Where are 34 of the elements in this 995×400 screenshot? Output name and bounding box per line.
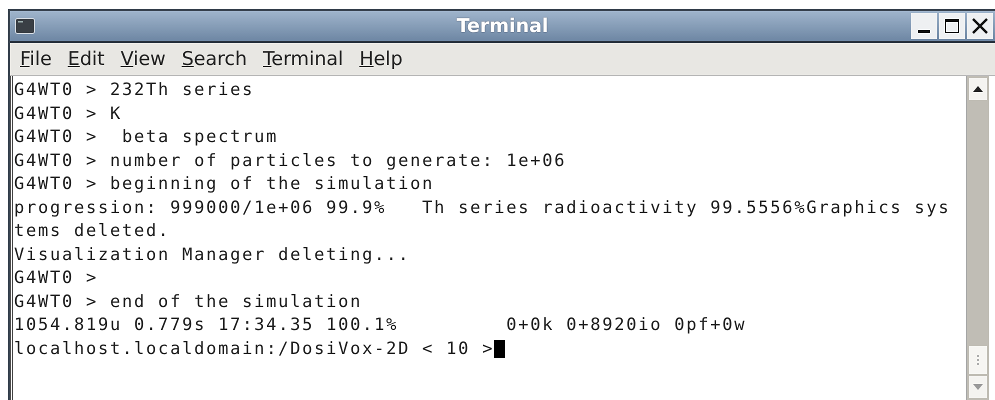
scrollbar[interactable] bbox=[966, 76, 989, 400]
terminal-line: G4WT0 > 232Th series bbox=[14, 79, 254, 102]
down-arrow-icon bbox=[973, 384, 983, 390]
menu-item[interactable]: Edit bbox=[68, 48, 105, 70]
close-button[interactable] bbox=[967, 13, 993, 39]
close-icon bbox=[971, 17, 989, 35]
terminal-line: G4WT0 > beginning of the simulation bbox=[14, 173, 434, 196]
minimize-icon bbox=[918, 30, 930, 32]
terminal-line: G4WT0 > end of the simulation bbox=[14, 290, 362, 314]
menu-item[interactable]: Search bbox=[182, 48, 247, 70]
text-cursor bbox=[494, 340, 506, 358]
terminal-icon bbox=[15, 18, 35, 34]
terminal-line: tems deleted. bbox=[14, 220, 170, 243]
minimize-button[interactable] bbox=[911, 13, 937, 39]
terminal-line: 1054.819u 0.779s 17:34.35 100.1% 0+0k 0+8920io 0pf+0w bbox=[14, 314, 746, 337]
scrollbar-thumb[interactable] bbox=[969, 346, 987, 374]
menu-item[interactable]: Terminal bbox=[263, 48, 344, 70]
scroll-down-button[interactable] bbox=[969, 376, 987, 398]
terminal-line: progression: 999000/1e+06 99.9% Th series radioactivity 99.5556%Graphics sys bbox=[14, 196, 950, 220]
maximize-button[interactable] bbox=[939, 13, 965, 39]
terminal-line: G4WT0 > beta spectrum bbox=[14, 126, 278, 149]
terminal-line: G4WT0 > number of particles to generate: 1e+06 bbox=[14, 150, 566, 172]
terminal-line: G4WT0 > bbox=[14, 267, 98, 290]
scroll-up-button[interactable] bbox=[969, 78, 987, 100]
terminal-line: localhost.localdomain:/DosiVox-2D < 10 > bbox=[14, 338, 494, 360]
grip-icon bbox=[976, 354, 980, 366]
terminal-line: G4WT0 > K bbox=[14, 102, 122, 126]
window-title: Terminal bbox=[456, 15, 548, 37]
maximize-icon bbox=[943, 17, 961, 35]
up-arrow-icon bbox=[973, 86, 983, 92]
terminal-line: Visualization Manager deleting... bbox=[14, 244, 410, 266]
menu-item[interactable]: File bbox=[20, 48, 52, 70]
menu-item[interactable]: Help bbox=[359, 48, 403, 70]
menu-item[interactable]: View bbox=[120, 48, 166, 70]
